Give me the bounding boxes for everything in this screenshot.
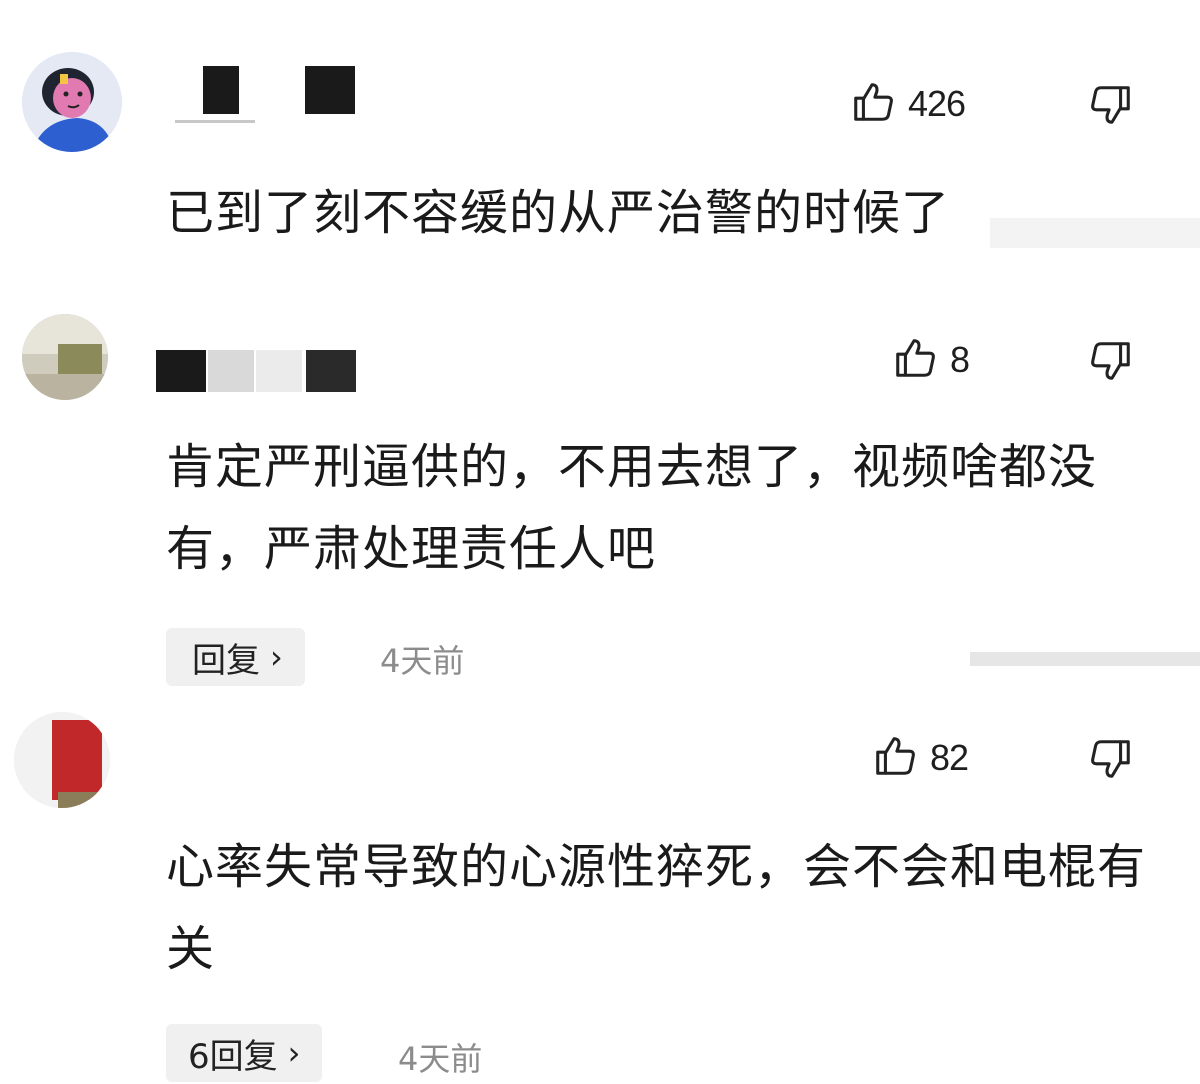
- reply-label: 回复: [192, 640, 260, 681]
- thumbs-up-icon: [892, 335, 938, 385]
- comment-text: 肯定严刑逼供的，不用去想了，视频啥都没有，严肃处理责任人吧: [166, 439, 1098, 577]
- scan-artifact: [990, 218, 1200, 248]
- redaction-block: [208, 350, 254, 392]
- username-redacted[interactable]: [175, 66, 375, 123]
- chevron-right-icon: ›: [270, 638, 283, 676]
- redaction-block: [306, 350, 356, 392]
- scan-artifact: [970, 652, 1200, 666]
- redaction-block: [175, 120, 255, 123]
- thumbs-up-icon: [872, 733, 918, 783]
- like-count: 426: [908, 83, 966, 124]
- comment-item: 426 已到了刻不容缓的从严治警的时候了: [0, 0, 1200, 290]
- comment-actions: 82: [872, 728, 969, 788]
- reply-button[interactable]: 6回复 ›: [166, 1024, 323, 1082]
- thumbs-down-icon: [1088, 740, 1134, 786]
- comment-timestamp: 4天前: [398, 1040, 483, 1078]
- dislike-button[interactable]: [1088, 338, 1134, 388]
- comment-item: 8 肯定严刑逼供的，不用去想了，视频啥都没有，严肃处理责任人吧 回复 › 4天前: [0, 290, 1200, 690]
- avatar[interactable]: [22, 52, 122, 152]
- username-redacted[interactable]: [156, 350, 366, 392]
- comment-item: 82 心率失常导致的心源性猝死，会不会和电棍有关 6回复 › 4天前: [0, 690, 1200, 1084]
- redaction-block: [305, 66, 355, 114]
- redaction-block: [203, 66, 239, 114]
- avatar[interactable]: [22, 314, 108, 400]
- avatar[interactable]: [14, 712, 110, 808]
- redaction-block: [156, 350, 206, 392]
- thumbs-down-icon: [1088, 342, 1134, 388]
- like-count: 82: [930, 737, 969, 778]
- comment-timestamp: 4天前: [380, 642, 465, 680]
- like-count: 8: [950, 339, 970, 380]
- reply-button[interactable]: 回复 ›: [166, 628, 305, 686]
- comment-actions: 8: [892, 330, 970, 390]
- comment-actions: 426: [850, 74, 966, 134]
- dislike-button[interactable]: [1088, 82, 1134, 132]
- reply-label: 6回复: [188, 1036, 278, 1077]
- thumbs-down-icon: [1088, 86, 1134, 132]
- like-button[interactable]: 8: [892, 335, 970, 385]
- comment-text: 心率失常导致的心源性猝死，会不会和电棍有关: [166, 839, 1147, 977]
- chevron-right-icon: ›: [287, 1034, 301, 1072]
- redaction-block: [256, 350, 302, 392]
- like-button[interactable]: 82: [872, 733, 969, 783]
- dislike-button[interactable]: [1088, 736, 1134, 786]
- like-button[interactable]: 426: [850, 79, 966, 129]
- thumbs-up-icon: [850, 79, 896, 129]
